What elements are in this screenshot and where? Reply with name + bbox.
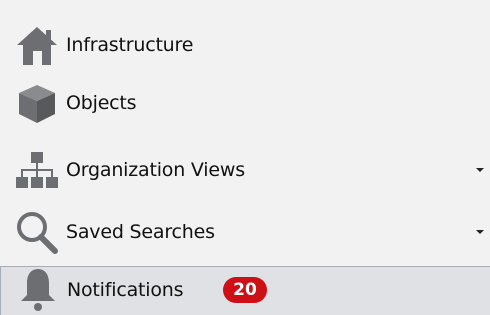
nav-item-infrastructure[interactable]: Infrastructure: [0, 14, 490, 76]
nav-item-label: Saved Searches: [66, 221, 215, 243]
nav-item-objects[interactable]: Objects: [0, 72, 490, 134]
chevron-down-icon[interactable]: [476, 230, 484, 234]
nav-item-notifications[interactable]: Notifications 20: [0, 266, 490, 315]
nav-item-organization-views[interactable]: Organization Views: [0, 139, 490, 201]
nav-item-label: Infrastructure: [66, 34, 194, 56]
bell-icon: [13, 265, 63, 315]
home-icon: [12, 20, 62, 70]
navigation-panel: Infrastructure Objects Organization View…: [0, 0, 490, 315]
nav-item-saved-searches[interactable]: Saved Searches: [0, 201, 490, 263]
nav-item-label: Objects: [66, 92, 137, 114]
notification-count-badge: 20: [223, 277, 267, 303]
nav-item-label: Organization Views: [66, 159, 245, 181]
chevron-down-icon[interactable]: [476, 168, 484, 172]
search-icon: [12, 207, 62, 257]
cube-icon: [12, 78, 62, 128]
nav-item-label: Notifications: [67, 279, 184, 301]
org-chart-icon: [12, 145, 62, 195]
